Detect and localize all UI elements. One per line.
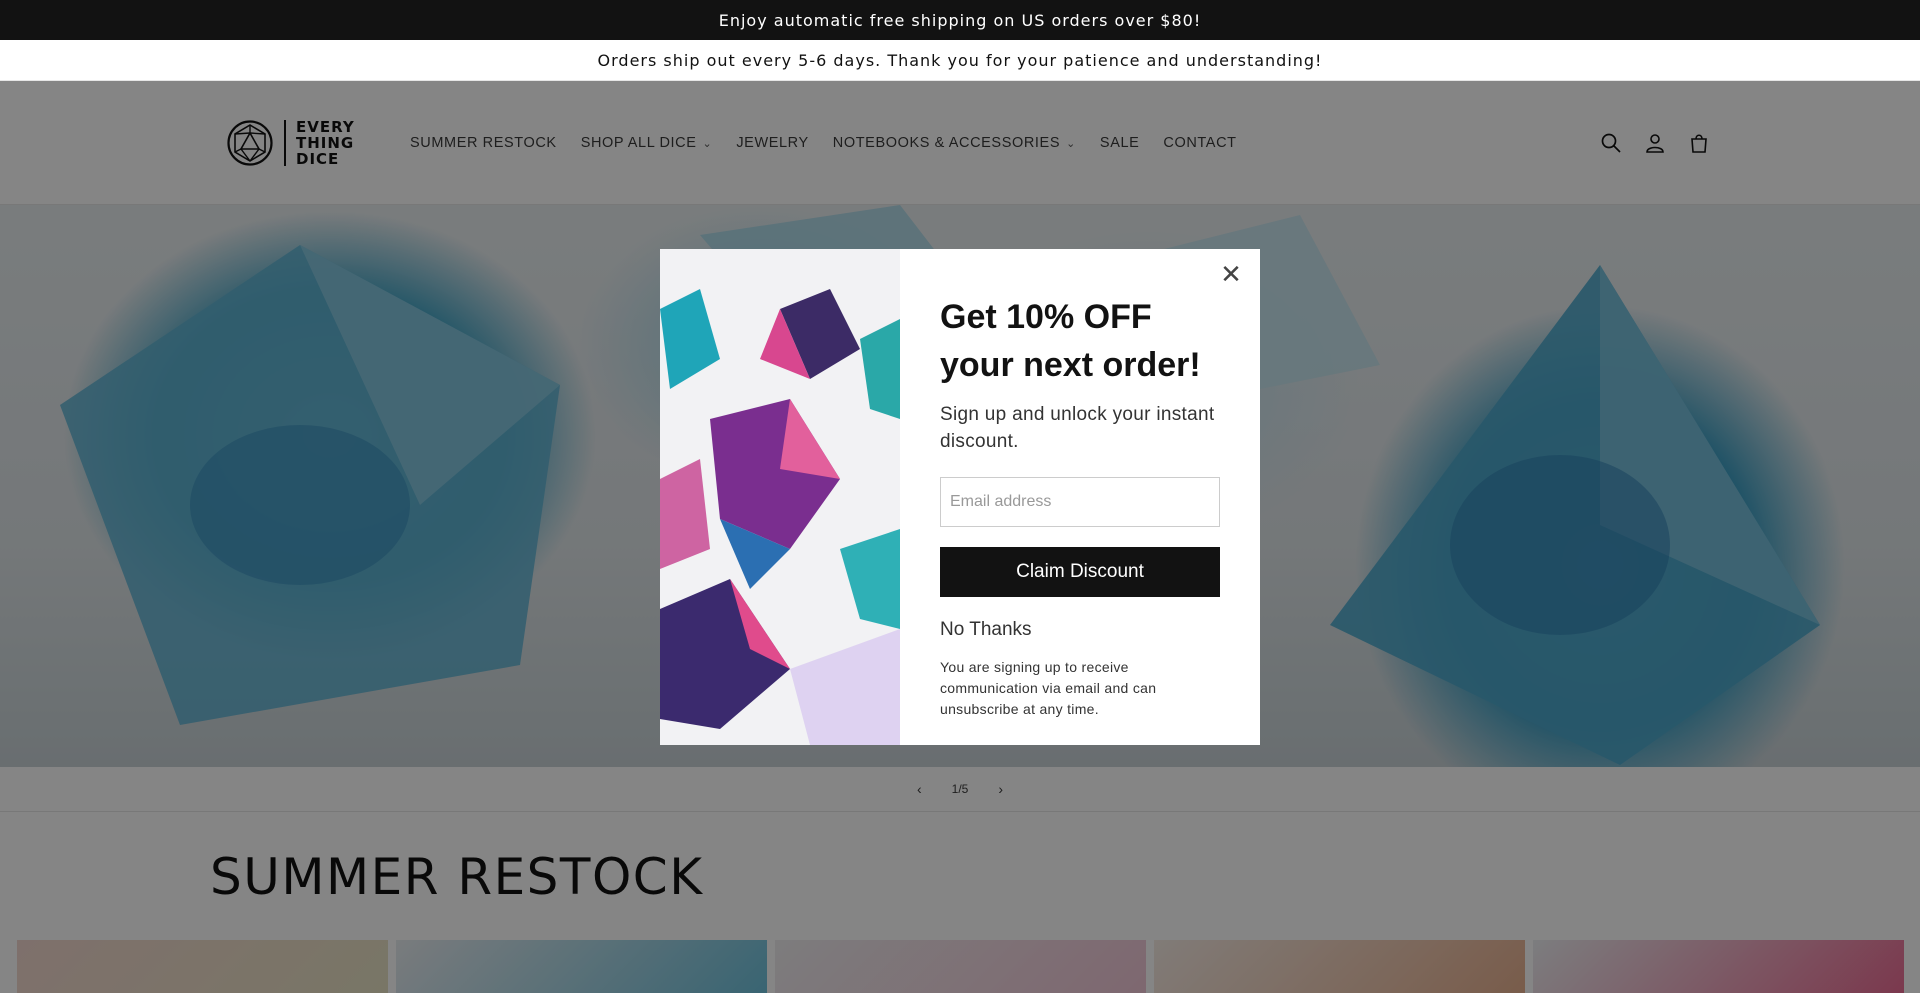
announcement-bar-top: Enjoy automatic free shipping on US orde… [0, 0, 1920, 40]
close-icon[interactable]: ✕ [1216, 259, 1246, 289]
no-thanks-link[interactable]: No Thanks [940, 619, 1220, 641]
dice-photo-illustration [660, 249, 900, 745]
claim-discount-button[interactable]: Claim Discount [940, 547, 1220, 597]
popup-dice-image [660, 249, 900, 745]
announcement-bar-second: Orders ship out every 5-6 days. Thank yo… [0, 40, 1920, 81]
popup-disclaimer: You are signing up to receive communicat… [940, 659, 1157, 717]
email-field[interactable] [940, 477, 1220, 527]
discount-popup: ✕ Get 10% OFF your next order! Sign up a… [660, 249, 1260, 745]
popup-content: ✕ Get 10% OFF your next order! Sign up a… [900, 249, 1260, 745]
popup-title: Get 10% OFF your next order! [940, 298, 1201, 384]
announcement-text: Enjoy automatic free shipping on US orde… [718, 10, 1202, 30]
announcement-text-second: Orders ship out every 5-6 days. Thank yo… [597, 50, 1323, 70]
popup-subtitle: Sign up and unlock your instant discount… [940, 404, 1215, 452]
